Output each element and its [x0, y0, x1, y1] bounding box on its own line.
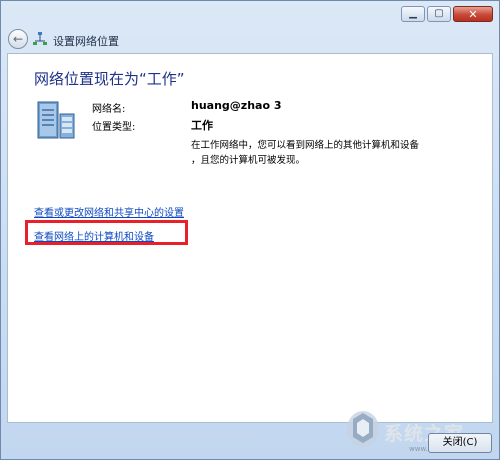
- back-button[interactable]: ←: [8, 29, 28, 49]
- window-title: 设置网络位置: [53, 35, 119, 48]
- close-icon: ✕: [468, 7, 478, 21]
- close-button[interactable]: 关闭(C): [428, 433, 492, 453]
- location-type-value: 工作: [191, 119, 213, 132]
- network-name-value: huang@zhao 3: [191, 99, 282, 112]
- navigation-bar: ← 设置网络位置: [1, 29, 499, 51]
- location-description: 在工作网络中，您可以看到网络上的其他计算机和设备 ，且您的计算机可被发现。: [191, 138, 451, 168]
- maximize-button[interactable]: ▢: [427, 6, 451, 22]
- minimize-icon: ▁: [409, 8, 417, 19]
- network-sharing-center-link[interactable]: 查看或更改网络和共享中心的设置: [34, 204, 184, 219]
- title-bar[interactable]: ▁ ▢ ✕: [1, 1, 499, 29]
- close-window-button[interactable]: ✕: [453, 6, 493, 22]
- minimize-button[interactable]: ▁: [401, 6, 425, 22]
- window-controls: ▁ ▢ ✕: [399, 6, 493, 22]
- description-line-1: 在工作网络中，您可以看到网络上的其他计算机和设备: [191, 140, 420, 151]
- page-title: 网络位置现在为“工作”: [34, 70, 185, 88]
- location-type-label: 位置类型:: [92, 122, 136, 133]
- back-arrow-icon: ←: [12, 32, 24, 46]
- content-area: 网络位置现在为“工作” 网络名: huang@zhao 3 位置类型: 工作 在…: [7, 53, 493, 423]
- description-line-2: ，且您的计算机可被发现。: [191, 155, 306, 166]
- maximize-icon: ▢: [434, 8, 444, 19]
- dialog-window: ▁ ▢ ✕ ← 设置网络位置 网络位置现在为“工作” 网络名: huang@zh…: [0, 0, 500, 460]
- work-network-icon: [37, 101, 75, 139]
- highlight-box: [25, 220, 188, 245]
- network-icon: [33, 32, 47, 45]
- network-name-label: 网络名:: [92, 104, 126, 115]
